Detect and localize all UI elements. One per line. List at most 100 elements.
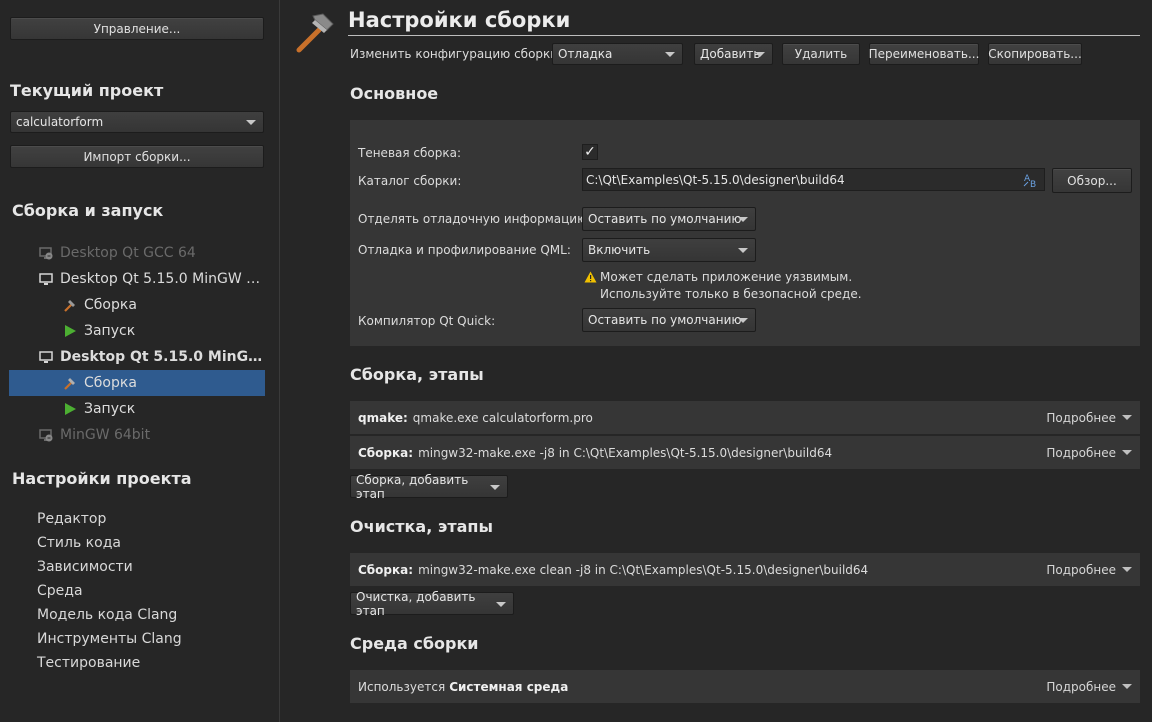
step-name: qmake:	[358, 410, 408, 425]
details-label: Подробнее	[1046, 410, 1116, 425]
details-label: Подробнее	[1046, 445, 1116, 460]
details-label: Подробнее	[1046, 679, 1116, 694]
kit-label: Desktop Qt 5.15.0 MinGW 32...	[60, 271, 265, 287]
qml-debug-label: Отладка и профилирование QML:	[358, 243, 571, 257]
browse-button[interactable]: Обзор...	[1052, 168, 1132, 193]
project-select-value: calculatorform	[16, 115, 104, 129]
build-dir-input[interactable]: C:\Qt\Examples\Qt-5.15.0\designer\build6…	[582, 168, 1045, 191]
hammer-icon	[62, 375, 78, 391]
chevron-down-icon	[665, 52, 675, 57]
page-hammer-icon	[293, 10, 337, 54]
step-command: qmake.exe calculatorform.pro	[412, 410, 593, 425]
play-icon	[62, 323, 78, 339]
kit-label: Запуск	[84, 401, 136, 417]
build-step-make[interactable]: Сборка: mingw32-make.exe -j8 in C:\Qt\Ex…	[350, 436, 1140, 469]
chevron-down-icon	[1122, 684, 1132, 689]
step-name: Сборка:	[358, 445, 414, 460]
separate-debug-value: Оставить по умолчанию	[588, 212, 742, 226]
separate-debug-select[interactable]: Оставить по умолчанию	[582, 207, 756, 231]
add-build-step-button[interactable]: Сборка, добавить этап	[350, 472, 508, 501]
manage-kits-button[interactable]: Управление...	[10, 17, 264, 40]
add-config-button[interactable]: Добавить	[694, 43, 773, 65]
separate-debug-label: Отделять отладочную информацию:	[358, 212, 592, 226]
sidebar: Управление... Текущий проект calculatorf…	[0, 0, 280, 722]
kit-label: MinGW 64bit	[60, 427, 151, 443]
chevron-down-icon	[1122, 567, 1132, 572]
chevron-down-icon	[738, 217, 748, 222]
details-toggle[interactable]: Подробнее	[1046, 553, 1132, 586]
add-config-label: Добавить	[700, 47, 761, 61]
step-command: mingw32-make.exe -j8 in C:\Qt\Examples\Q…	[418, 445, 833, 460]
warning-text-2: Используйте только в безопасной среде.	[600, 287, 862, 301]
chevron-down-icon	[490, 484, 500, 490]
chevron-down-icon	[738, 318, 748, 323]
chevron-down-icon	[738, 248, 748, 253]
page-title: Настройки сборки	[348, 8, 571, 32]
build-dir-value: C:\Qt\Examples\Qt-5.15.0\designer\build6…	[586, 172, 845, 187]
step-name: Сборка:	[358, 562, 414, 577]
variable-chooser-icon[interactable]: AB	[1022, 172, 1040, 190]
kit-mingw-64bit[interactable]: MinGW 64bit	[9, 422, 265, 448]
kit-desktop-mingw32[interactable]: Desktop Qt 5.15.0 MinGW 32...	[9, 266, 265, 292]
clean-step-make[interactable]: Сборка: mingw32-make.exe clean -j8 in C:…	[350, 553, 1140, 586]
kit-label: Desktop Qt 5.15.0 MinGW ...	[60, 349, 265, 365]
project-settings-editor[interactable]: Редактор	[37, 511, 106, 527]
qml-debug-select[interactable]: Включить	[582, 238, 756, 262]
build-steps-heading: Сборка, этапы	[350, 365, 484, 384]
kit-mingw64-run[interactable]: Запуск	[9, 396, 265, 422]
chevron-down-icon	[1122, 415, 1132, 420]
monitor-icon	[38, 349, 54, 365]
build-step-qmake[interactable]: qmake: qmake.exe calculatorform.pro Подр…	[350, 401, 1140, 434]
details-toggle[interactable]: Подробнее	[1046, 436, 1132, 469]
step-command: mingw32-make.exe clean -j8 in C:\Qt\Exam…	[418, 562, 869, 577]
add-clean-step-button[interactable]: Очистка, добавить этап	[350, 589, 514, 618]
details-toggle[interactable]: Подробнее	[1046, 401, 1132, 434]
kit-label: Запуск	[84, 323, 136, 339]
qtquick-compiler-select[interactable]: Оставить по умолчанию	[582, 308, 756, 332]
warning-text-1: Может сделать приложение уязвимым.	[600, 270, 853, 284]
build-env-row[interactable]: Используется Системная среда Подробнее	[350, 670, 1140, 703]
project-settings-clang-tools[interactable]: Инструменты Clang	[37, 631, 182, 647]
title-divider	[348, 35, 1140, 36]
build-config-value: Отладка	[558, 47, 613, 61]
rename-config-button[interactable]: Переименовать...	[869, 43, 979, 65]
current-project-heading: Текущий проект	[10, 81, 164, 100]
chevron-down-icon	[1122, 450, 1132, 455]
chevron-down-icon	[496, 601, 506, 607]
svg-text:B: B	[1030, 180, 1036, 188]
general-heading: Основное	[350, 84, 439, 103]
build-env-heading: Среда сборки	[350, 634, 479, 653]
env-name: Системная среда	[449, 679, 569, 694]
kit-desktop-mingw64[interactable]: Desktop Qt 5.15.0 MinGW ...	[9, 344, 265, 370]
qml-debug-value: Включить	[588, 243, 651, 257]
kit-mingw32-build[interactable]: Сборка	[9, 292, 265, 318]
shadow-build-checkbox[interactable]: ✓	[582, 144, 598, 160]
add-build-step-label: Сборка, добавить этап	[356, 472, 469, 501]
remove-config-button[interactable]: Удалить	[782, 43, 860, 65]
import-build-button[interactable]: Импорт сборки...	[10, 145, 264, 168]
add-clean-step-label: Очистка, добавить этап	[356, 589, 476, 618]
project-settings-heading: Настройки проекта	[12, 469, 192, 488]
build-config-select[interactable]: Отладка	[552, 43, 683, 65]
kit-label: Сборка	[84, 297, 137, 313]
project-settings-code-style[interactable]: Стиль кода	[37, 535, 121, 551]
clean-steps-heading: Очистка, этапы	[350, 517, 493, 536]
details-toggle[interactable]: Подробнее	[1046, 670, 1132, 703]
project-settings-testing[interactable]: Тестирование	[37, 655, 140, 671]
project-settings-environment[interactable]: Среда	[37, 583, 83, 599]
kit-mingw64-build[interactable]: Сборка	[9, 370, 265, 396]
kit-desktop-gcc64[interactable]: Desktop Qt GCC 64	[9, 240, 265, 266]
kit-label: Сборка	[84, 375, 137, 391]
build-run-heading: Сборка и запуск	[12, 201, 164, 220]
project-select[interactable]: calculatorform	[10, 111, 264, 133]
monitor-disabled-icon	[38, 427, 54, 443]
qtquick-compiler-label: Компилятор Qt Quick:	[358, 314, 496, 328]
copy-config-button[interactable]: Скопировать...	[988, 43, 1082, 65]
project-settings-dependencies[interactable]: Зависимости	[37, 559, 133, 575]
build-dir-label: Каталог сборки:	[358, 174, 462, 188]
config-label: Изменить конфигурацию сборки:	[350, 47, 563, 61]
project-settings-clang-code-model[interactable]: Модель кода Clang	[37, 607, 177, 623]
env-prefix: Используется	[358, 679, 446, 694]
kit-label: Desktop Qt GCC 64	[60, 245, 196, 261]
kit-mingw32-run[interactable]: Запуск	[9, 318, 265, 344]
